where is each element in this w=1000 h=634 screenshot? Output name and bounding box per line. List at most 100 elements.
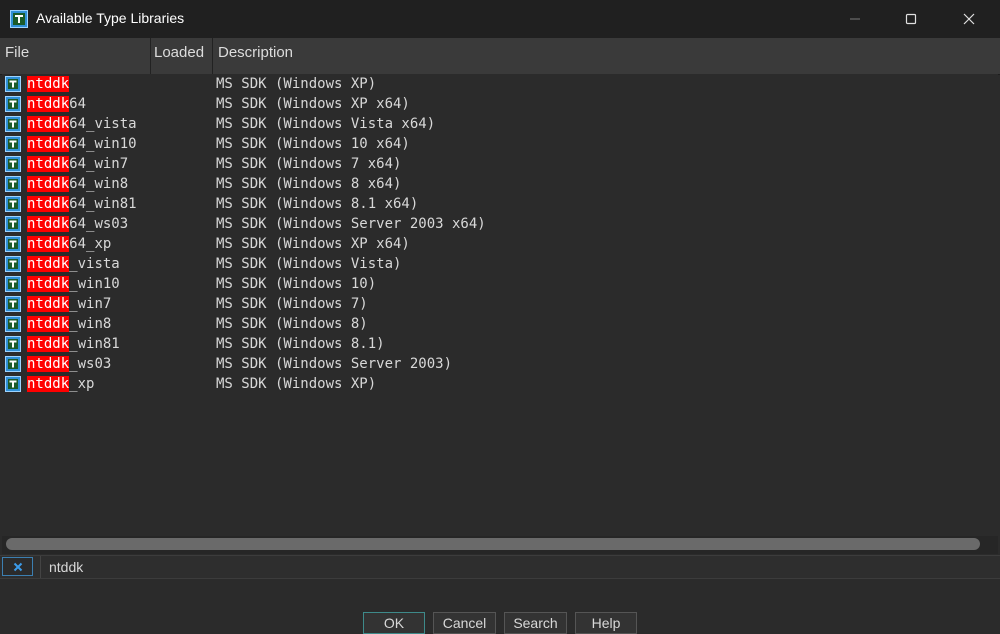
description: MS SDK (Windows Server 2003 x64) (216, 216, 486, 232)
title-bar: Available Type Libraries (0, 0, 1000, 38)
column-header-description[interactable]: Description (213, 38, 513, 74)
file-name-rest: 64_win10 (69, 136, 137, 152)
file-name-rest: 64 (69, 96, 87, 112)
file-name-rest: 64_win7 (69, 156, 129, 172)
close-button[interactable] (940, 0, 998, 38)
type-library-icon (5, 316, 21, 332)
match-highlight: ntddk (27, 136, 70, 152)
file-name: ntddk64_win81 (27, 194, 137, 214)
description: MS SDK (Windows 7) (216, 296, 368, 312)
type-library-icon (5, 176, 21, 192)
file-name-rest: _win8 (69, 316, 112, 332)
file-name: ntddk_win10 (27, 274, 120, 294)
type-library-icon (5, 276, 21, 292)
list-item[interactable]: ntddk MS SDK (Windows XP) (2, 74, 998, 94)
clear-filter-button[interactable] (2, 557, 33, 576)
list-item[interactable]: ntddk64_vista MS SDK (Windows Vista x64) (2, 114, 998, 134)
column-header-file[interactable]: File (0, 38, 151, 74)
list-item[interactable]: ntddk64_win10 MS SDK (Windows 10 x64) (2, 134, 998, 154)
list-item[interactable]: ntddk_win8 MS SDK (Windows 8) (2, 314, 998, 334)
close-icon (963, 13, 975, 25)
list-item[interactable]: ntddk64_xp MS SDK (Windows XP x64) (2, 234, 998, 254)
file-name: ntddk64_win10 (27, 134, 137, 154)
list-item[interactable]: ntddk64_win7 MS SDK (Windows 7 x64) (2, 154, 998, 174)
file-name-rest: _win81 (69, 336, 120, 352)
maximize-button[interactable] (882, 0, 940, 38)
type-library-icon (5, 256, 21, 272)
file-name-rest: _win7 (69, 296, 112, 312)
list-item[interactable]: ntddk_win10 MS SDK (Windows 10) (2, 274, 998, 294)
window-title: Available Type Libraries (36, 10, 185, 26)
list-item[interactable]: ntddk_win7 MS SDK (Windows 7) (2, 294, 998, 314)
file-name: ntddk_vista (27, 254, 120, 274)
list-item[interactable]: ntddk_win81 MS SDK (Windows 8.1) (2, 334, 998, 354)
match-highlight: ntddk (27, 96, 70, 112)
description: MS SDK (Windows 8 x64) (216, 176, 402, 192)
list-item[interactable]: ntddk64_win8 MS SDK (Windows 8 x64) (2, 174, 998, 194)
description: MS SDK (Windows Server 2003) (216, 356, 453, 372)
file-name: ntddk_win81 (27, 334, 120, 354)
match-highlight: ntddk (27, 256, 70, 272)
match-highlight: ntddk (27, 296, 70, 312)
list-item[interactable]: ntddk_ws03 MS SDK (Windows Server 2003) (2, 354, 998, 374)
column-header: File Loaded Description (0, 38, 1000, 75)
file-name: ntddk64 (27, 94, 86, 114)
file-name: ntddk64_win8 (27, 174, 128, 194)
match-highlight: ntddk (27, 196, 70, 212)
description: MS SDK (Windows Vista) (216, 256, 402, 272)
file-name: ntddk_xp (27, 374, 94, 394)
cancel-button[interactable]: Cancel (433, 612, 496, 634)
description: MS SDK (Windows 8.1) (216, 336, 385, 352)
list-item[interactable]: ntddk64_win81 MS SDK (Windows 8.1 x64) (2, 194, 998, 214)
help-button[interactable]: Help (575, 612, 637, 634)
horizontal-scrollbar[interactable] (2, 536, 998, 554)
type-library-icon (5, 236, 21, 252)
type-library-icon (5, 76, 21, 92)
file-name-rest: _xp (69, 376, 95, 392)
type-library-icon (5, 136, 21, 152)
type-library-icon (5, 96, 21, 112)
description: MS SDK (Windows XP x64) (216, 236, 410, 252)
minimize-icon (850, 18, 860, 20)
maximize-icon (905, 13, 917, 25)
file-name: ntddk64_xp (27, 234, 111, 254)
column-header-loaded[interactable]: Loaded (151, 38, 213, 74)
ok-button[interactable]: OK (363, 612, 425, 634)
description: MS SDK (Windows 8) (216, 316, 368, 332)
file-name-rest: 64_vista (69, 116, 137, 132)
file-name-rest: _win10 (69, 276, 120, 292)
scrollbar-thumb[interactable] (6, 538, 980, 550)
type-library-icon (5, 116, 21, 132)
minimize-button[interactable] (826, 0, 884, 38)
file-name-rest: 64_win8 (69, 176, 129, 192)
file-name-rest: 64_win81 (69, 196, 137, 212)
match-highlight: ntddk (27, 76, 70, 92)
match-highlight: ntddk (27, 156, 70, 172)
filter-input[interactable] (40, 556, 998, 578)
list-item[interactable]: ntddk_xp MS SDK (Windows XP) (2, 374, 998, 394)
file-name: ntddk_win8 (27, 314, 111, 334)
search-button[interactable]: Search (504, 612, 567, 634)
type-library-icon (5, 336, 21, 352)
file-name-rest: 64_xp (69, 236, 112, 252)
type-library-icon (5, 356, 21, 372)
type-library-icon (5, 376, 21, 392)
description: MS SDK (Windows 10 x64) (216, 136, 410, 152)
type-library-icon (5, 296, 21, 312)
match-highlight: ntddk (27, 356, 70, 372)
match-highlight: ntddk (27, 276, 70, 292)
description: MS SDK (Windows 10) (216, 276, 377, 292)
description: MS SDK (Windows 8.1 x64) (216, 196, 419, 212)
match-highlight: ntddk (27, 336, 70, 352)
list-item[interactable]: ntddk64_ws03 MS SDK (Windows Server 2003… (2, 214, 998, 234)
file-name: ntddk64_win7 (27, 154, 128, 174)
description: MS SDK (Windows XP) (216, 376, 377, 392)
type-library-icon (5, 196, 21, 212)
list-item[interactable]: ntddk_vista MS SDK (Windows Vista) (2, 254, 998, 274)
library-list: ntddk MS SDK (Windows XP) ntddk64 MS SDK… (2, 74, 998, 536)
file-name-rest: _vista (69, 256, 120, 272)
list-item[interactable]: ntddk64 MS SDK (Windows XP x64) (2, 94, 998, 114)
file-name: ntddk (27, 74, 70, 94)
file-name: ntddk_ws03 (27, 354, 111, 374)
match-highlight: ntddk (27, 376, 70, 392)
